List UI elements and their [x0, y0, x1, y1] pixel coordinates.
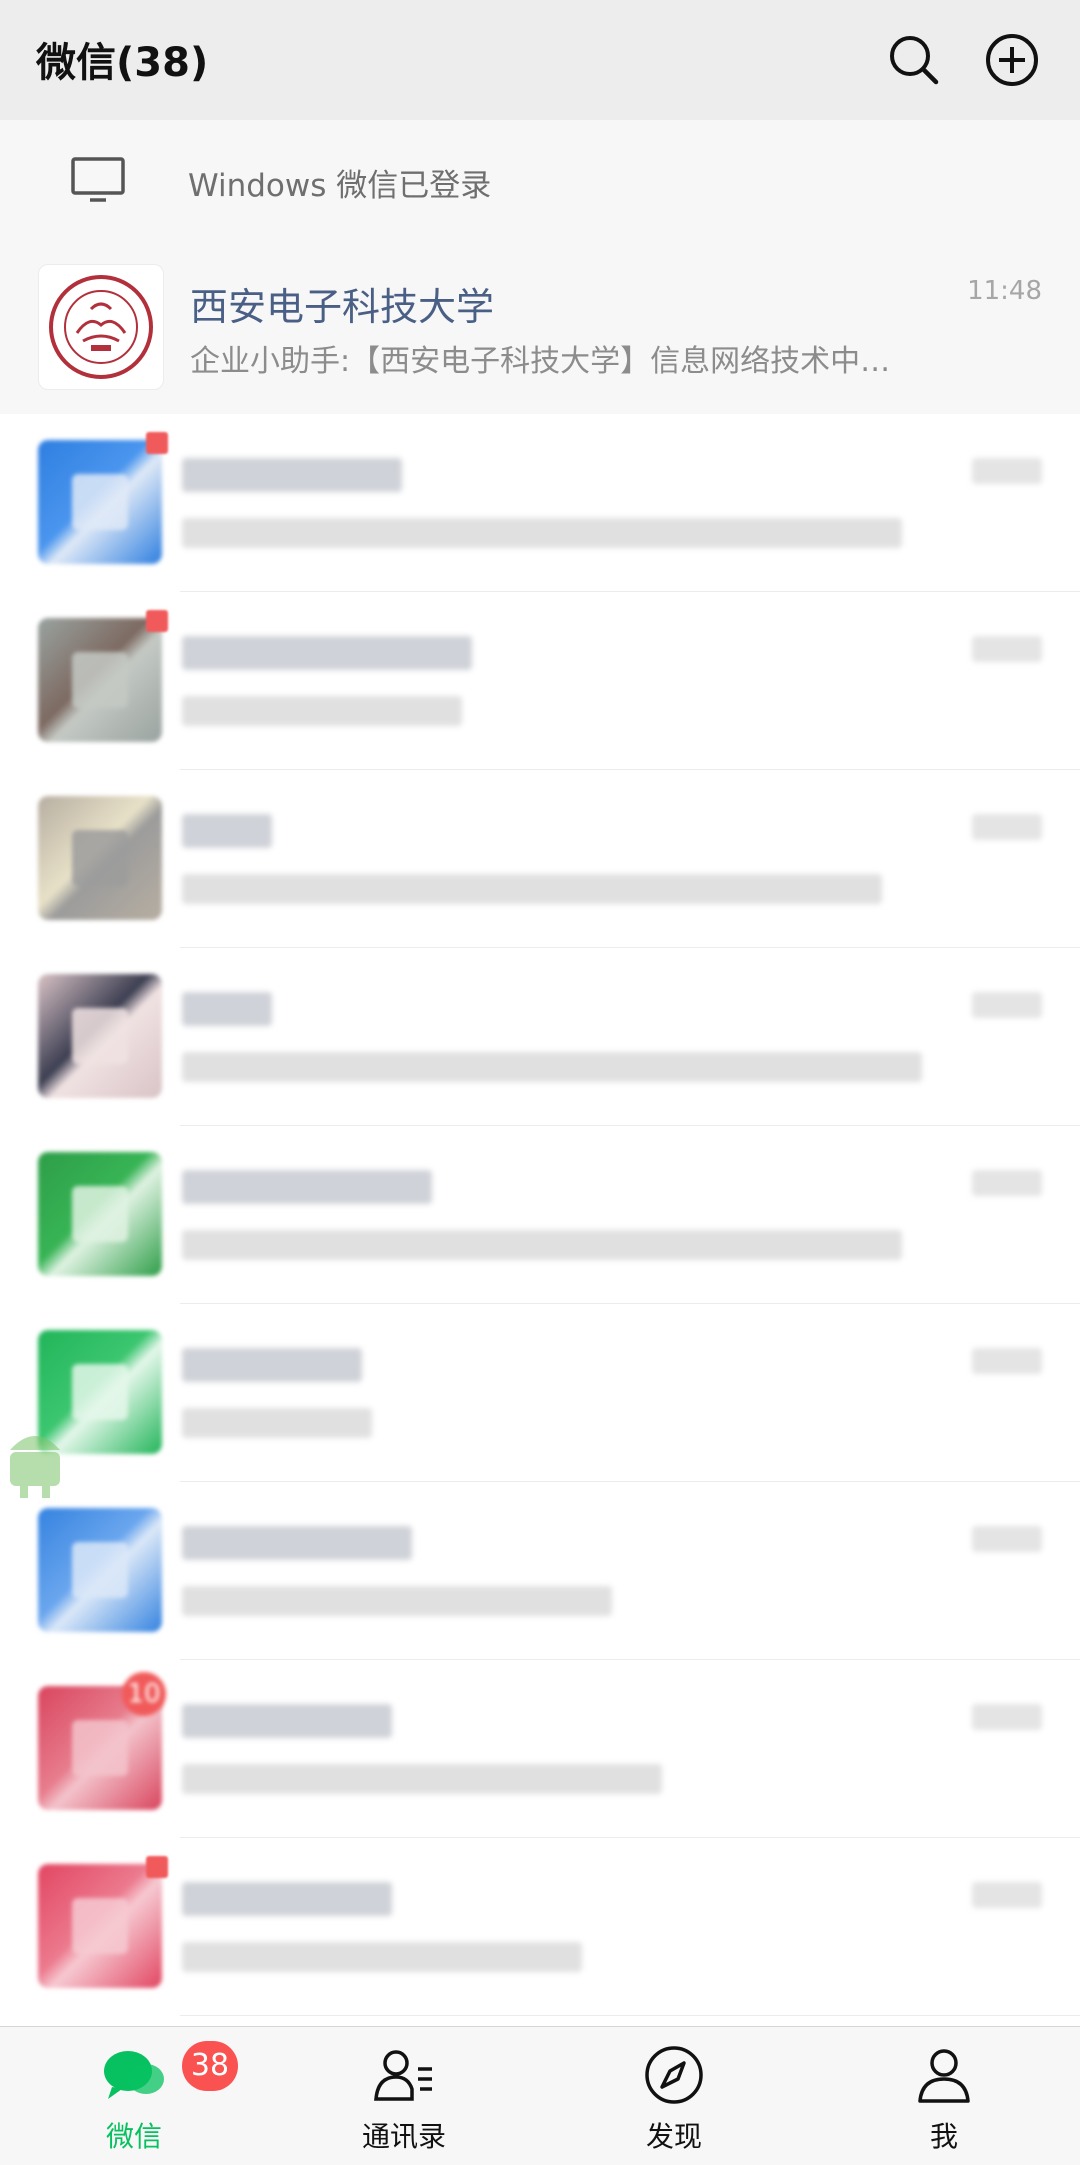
tab-label: 发现 [645, 2120, 702, 2153]
unread-badge: 38 [182, 2041, 238, 2091]
tab-label: 我 [929, 2120, 958, 2153]
chat-time-redacted [972, 1348, 1042, 1374]
unread-dot [146, 1856, 168, 1878]
desktop-login-banner[interactable]: Windows 微信已登录 [0, 120, 1080, 237]
monitor-icon [71, 157, 125, 202]
top-bar: 微信(38) [0, 0, 1080, 121]
page-title: 微信(38) [36, 40, 209, 86]
unread-count-badge: 10 [122, 1672, 166, 1716]
chat-name-redacted [182, 992, 272, 1026]
chat-name-redacted [182, 1704, 392, 1738]
chat-preview-redacted [182, 1408, 372, 1438]
chat-name-redacted [182, 458, 402, 492]
chat-item[interactable] [0, 770, 1080, 948]
chat-preview-redacted [182, 1052, 922, 1082]
chat-name-redacted [182, 814, 272, 848]
chat-item-pinned[interactable]: 西安电子科技大学 11:48 企业小助手:【西安电子科技大学】信息网络技术中… [0, 236, 1080, 415]
desktop-login-text: Windows 微信已登录 [188, 168, 492, 204]
chat-item[interactable] [0, 1838, 1080, 2016]
android-watermark-icon [10, 1436, 60, 1498]
tab-label: 通讯录 [361, 2120, 446, 2153]
chat-time-redacted [972, 992, 1042, 1018]
chat-item[interactable] [0, 1482, 1080, 1660]
chat-time-redacted [972, 1526, 1042, 1552]
chat-name-redacted [182, 1170, 432, 1204]
avatar [38, 796, 162, 920]
avatar [38, 618, 162, 742]
search-icon[interactable] [884, 30, 944, 90]
tab-contacts[interactable]: 通讯录 [304, 2027, 504, 2165]
chat-preview-redacted [182, 1586, 612, 1616]
unread-dot [146, 432, 168, 454]
chat-name: 西安电子科技大学 [190, 285, 495, 329]
tab-chats[interactable]: 38 微信 [34, 2027, 238, 2165]
chat-item[interactable]: 10 [0, 1660, 1080, 1838]
chat-time: 11:48 [967, 276, 1042, 306]
chat-time-redacted [972, 636, 1042, 662]
chat-item[interactable] [0, 948, 1080, 1126]
university-seal-icon [49, 275, 153, 379]
compass-icon [645, 2046, 703, 2104]
chat-item[interactable] [0, 1304, 1080, 1482]
chat-name-redacted [182, 1526, 412, 1560]
chat-name-redacted [182, 636, 472, 670]
avatar [38, 1152, 162, 1276]
avatar [38, 1864, 162, 1988]
chat-name-redacted [182, 1882, 392, 1916]
chat-preview-redacted [182, 518, 902, 548]
tab-me[interactable]: 我 [844, 2027, 1044, 2165]
avatar [38, 440, 162, 564]
tab-discover[interactable]: 发现 [574, 2027, 774, 2165]
row-divider [180, 2015, 1080, 2016]
chat-time-redacted [972, 1704, 1042, 1730]
avatar [38, 974, 162, 1098]
chat-time-redacted [972, 814, 1042, 840]
chat-time-redacted [972, 1170, 1042, 1196]
contacts-icon [374, 2050, 432, 2101]
chat-preview-redacted [182, 1764, 662, 1794]
chat-item[interactable] [0, 414, 1080, 592]
chat-item[interactable] [0, 1126, 1080, 1304]
unread-dot [146, 610, 168, 632]
avatar [38, 1508, 162, 1632]
chat-time-redacted [972, 1882, 1042, 1908]
chat-item[interactable] [0, 592, 1080, 770]
add-icon[interactable] [982, 30, 1042, 90]
chat-preview: 企业小助手:【西安电子科技大学】信息网络技术中… [190, 344, 891, 379]
avatar [38, 264, 164, 390]
bottom-tab-bar: 38 微信 通讯录 发现 我 [0, 2026, 1080, 2165]
chat-preview-redacted [182, 1942, 582, 1972]
chat-name-redacted [182, 1348, 362, 1382]
chat-preview-redacted [182, 874, 882, 904]
tab-label: 微信 [105, 2120, 162, 2153]
chat-time-redacted [972, 458, 1042, 484]
chat-preview-redacted [182, 1230, 902, 1260]
person-icon [918, 2049, 970, 2103]
chat-preview-redacted [182, 696, 462, 726]
chat-bubbles-icon [104, 2051, 164, 2099]
